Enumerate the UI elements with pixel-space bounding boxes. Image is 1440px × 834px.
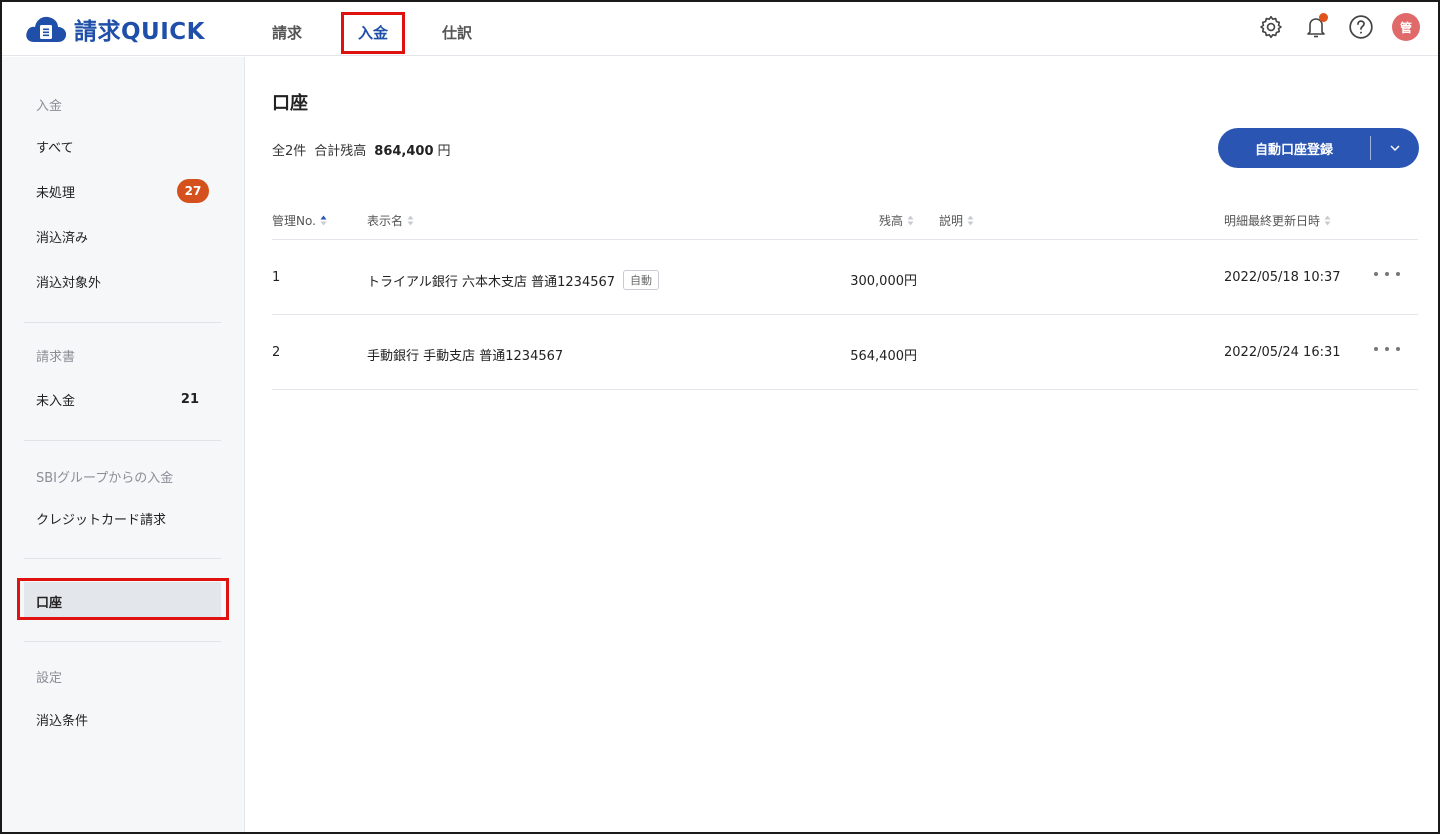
sidebar-divider	[24, 440, 221, 441]
sort-asc-icon	[320, 215, 327, 226]
sidebar-divider	[24, 322, 221, 323]
tab-journal[interactable]: 仕訳	[426, 2, 488, 56]
row-updated: 2022/05/18 10:37	[1224, 270, 1341, 285]
balance-unit: 円	[437, 144, 451, 159]
register-dropdown-button[interactable]	[1371, 128, 1419, 168]
balance-value: 864,400	[374, 144, 434, 159]
sidebar-item-unprocessed[interactable]: 未処理 27	[24, 172, 221, 210]
sidebar-item-label: クレジットカード請求	[36, 512, 167, 528]
avatar[interactable]: 管	[1392, 13, 1420, 41]
accounts-table: 管理No. 表示名 残高 説明 明細最終更新日時 1 トライアル銀行 六本木支店…	[272, 202, 1418, 390]
sidebar-item-cleared[interactable]: 消込済み	[24, 217, 221, 255]
sidebar-section-deposit: 入金	[36, 99, 63, 114]
sidebar-item-label: 口座	[36, 595, 63, 611]
tab-deposit[interactable]: 入金	[340, 2, 406, 56]
auto-account-register-group: 自動口座登録	[1218, 128, 1419, 168]
main-content: 口座 全2件 合計残高 864,400 円 自動口座登録 管理No. 表示名 残…	[246, 57, 1438, 832]
app-name: 請求QUICK	[74, 19, 205, 45]
sort-icon	[1324, 215, 1331, 226]
column-label: 表示名	[367, 214, 404, 228]
sidebar: 入金 すべて 未処理 27 消込済み 消込対象外 請求書 未入金 21 SBIグ…	[2, 57, 245, 832]
tab-invoice[interactable]: 請求	[256, 2, 318, 56]
column-label: 説明	[939, 214, 964, 228]
page-title: 口座	[272, 93, 308, 114]
column-header-description[interactable]: 説明	[939, 212, 974, 229]
sidebar-item-label: 消込条件	[36, 713, 89, 729]
top-header: 請求QUICK 請求 入金 仕訳 管	[2, 2, 1438, 56]
row-updated: 2022/05/24 16:31	[1224, 345, 1341, 360]
row-more-icon[interactable]	[1374, 341, 1400, 357]
column-header-updated[interactable]: 明細最終更新日時	[1224, 212, 1331, 229]
auto-account-register-button[interactable]: 自動口座登録	[1218, 128, 1370, 168]
notification-dot	[1319, 13, 1328, 22]
column-header-balance[interactable]: 残高	[879, 212, 914, 229]
sidebar-item-label: 消込対象外	[36, 275, 102, 291]
row-balance: 564,400円	[850, 349, 917, 364]
sort-icon	[967, 215, 974, 226]
column-label: 残高	[879, 214, 904, 228]
sidebar-item-label: 消込済み	[36, 230, 89, 246]
sidebar-item-account[interactable]: 口座	[24, 582, 221, 620]
sidebar-divider	[24, 641, 221, 642]
sidebar-item-credit-card[interactable]: クレジットカード請求	[24, 499, 221, 537]
row-more-icon[interactable]	[1374, 266, 1400, 282]
column-label: 管理No.	[272, 214, 316, 228]
account-summary: 全2件 合計残高 864,400 円	[272, 140, 451, 159]
sidebar-item-all[interactable]: すべて	[24, 127, 221, 165]
header-actions: 管	[1241, 12, 1420, 42]
column-header-name[interactable]: 表示名	[367, 212, 414, 229]
sort-icon	[907, 215, 914, 226]
help-icon[interactable]	[1346, 12, 1376, 42]
main-nav: 請求 入金 仕訳	[256, 2, 488, 56]
sidebar-item-label: 未入金	[36, 393, 76, 409]
row-balance: 300,000円	[850, 274, 917, 289]
unprocessed-count-badge: 27	[177, 179, 209, 203]
row-id: 1	[272, 270, 281, 285]
sidebar-item-label: 未処理	[36, 185, 76, 201]
gear-icon[interactable]	[1256, 12, 1286, 42]
table-row[interactable]: 1 トライアル銀行 六本木支店 普通1234567 自動 300,000円 20…	[272, 240, 1418, 315]
sidebar-section-settings: 設定	[36, 671, 63, 686]
row-id: 2	[272, 345, 281, 360]
sidebar-divider	[24, 558, 221, 559]
table-header: 管理No. 表示名 残高 説明 明細最終更新日時	[272, 202, 1418, 240]
sidebar-item-unpaid[interactable]: 未入金 21	[24, 380, 221, 418]
auto-tag: 自動	[623, 270, 660, 290]
chevron-down-icon	[1390, 145, 1400, 151]
unpaid-count: 21	[180, 391, 199, 407]
sidebar-section-invoice: 請求書	[36, 350, 76, 365]
cloud-document-icon	[26, 16, 67, 42]
column-header-id[interactable]: 管理No.	[272, 212, 327, 229]
row-name: 手動銀行 手動支店 普通1234567	[367, 349, 564, 364]
row-name: トライアル銀行 六本木支店 普通1234567	[367, 274, 616, 290]
app-window: 請求QUICK 請求 入金 仕訳 管 入金 すべて 未処理 27 消込済み 消込…	[0, 0, 1440, 834]
row-name-cell: トライアル銀行 六本木支店 普通1234567 自動	[367, 270, 660, 290]
balance-label: 合計残高	[314, 144, 367, 159]
table-row[interactable]: 2 手動銀行 手動支店 普通1234567 564,400円 2022/05/2…	[272, 315, 1418, 390]
row-name-cell: 手動銀行 手動支店 普通1234567	[367, 345, 563, 364]
sort-icon	[407, 215, 414, 226]
bell-icon[interactable]	[1301, 12, 1331, 42]
sidebar-section-sbi: SBIグループからの入金	[36, 471, 174, 486]
app-logo[interactable]: 請求QUICK	[24, 12, 205, 46]
sidebar-item-conditions[interactable]: 消込条件	[24, 700, 221, 738]
sidebar-item-excluded[interactable]: 消込対象外	[24, 262, 221, 300]
sidebar-item-label: すべて	[36, 140, 74, 156]
total-count: 全2件	[272, 144, 307, 159]
column-label: 明細最終更新日時	[1224, 214, 1321, 228]
